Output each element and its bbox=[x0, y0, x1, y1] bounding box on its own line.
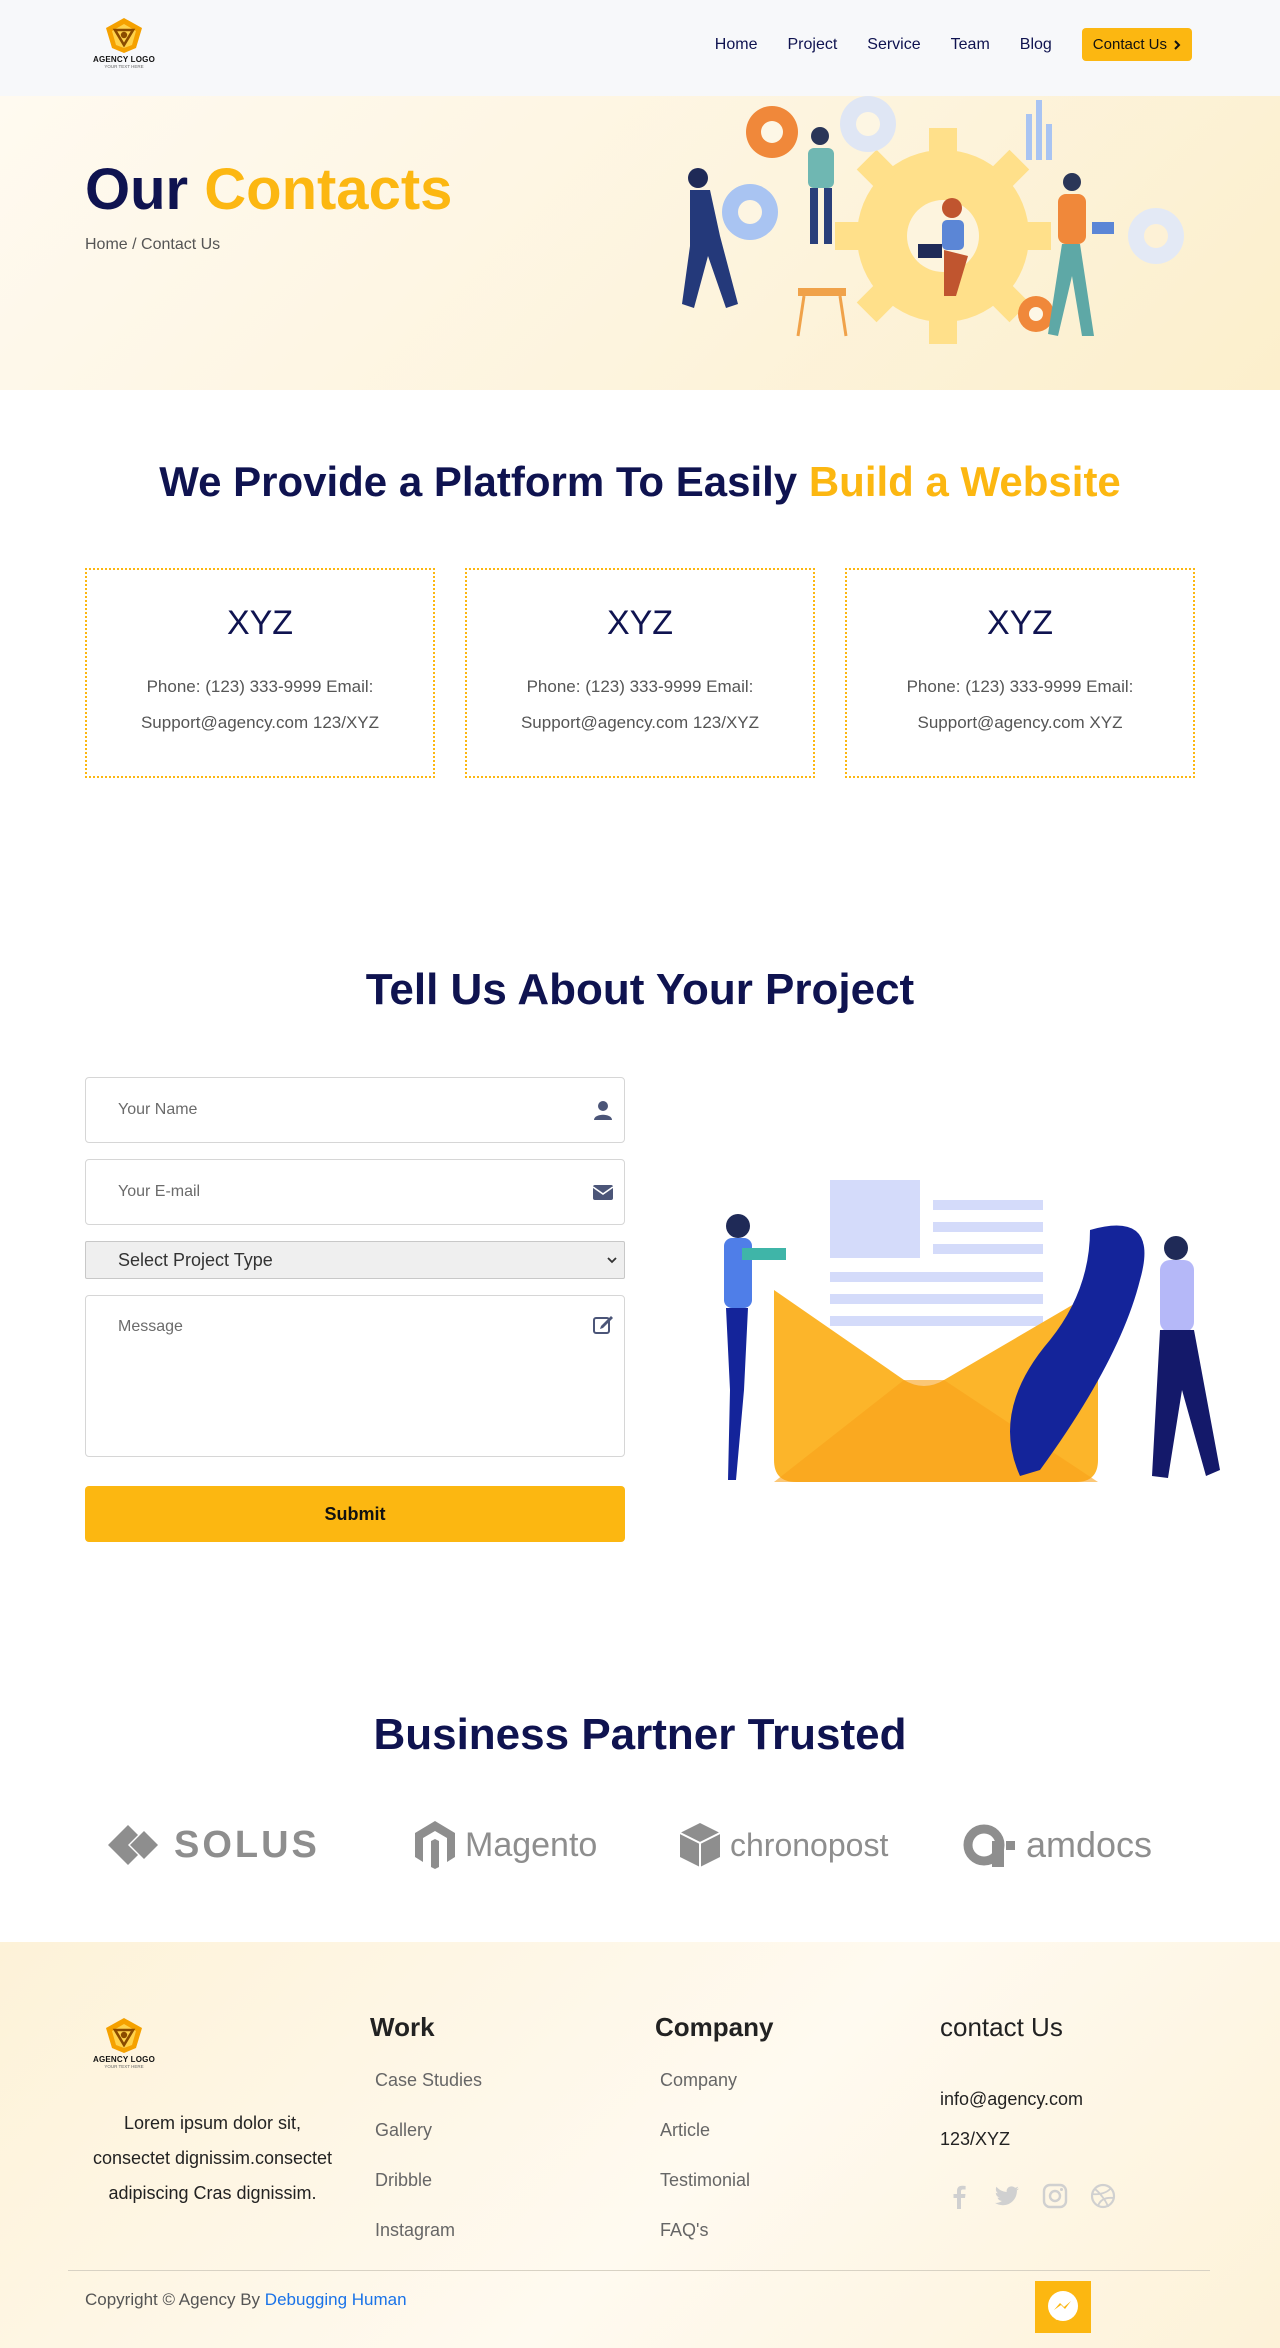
submit-button[interactable]: Submit bbox=[85, 1486, 625, 1542]
contact-card-text: Phone: (123) 333-9999 Email: Support@age… bbox=[140, 677, 380, 732]
partner-name: amdocs bbox=[1026, 1824, 1153, 1865]
envelope-icon bbox=[592, 1185, 614, 1200]
footer-address: 123/XYZ bbox=[940, 2129, 1011, 2149]
copyright: Copyright © Agency By Debugging Human bbox=[85, 2290, 407, 2310]
page-title-main: Our bbox=[85, 157, 189, 222]
page-title-accent: Contacts bbox=[204, 157, 453, 222]
name-input[interactable] bbox=[86, 1078, 624, 1142]
footer-link-gallery[interactable]: Gallery bbox=[375, 2119, 482, 2169]
messenger-chat-button[interactable] bbox=[1035, 2281, 1091, 2333]
partner-logo-magento: Magento bbox=[415, 1815, 597, 1875]
partner-logo-chronopost: chronopost bbox=[680, 1815, 888, 1875]
breadcrumb: Home / Contact Us bbox=[85, 236, 221, 253]
chronopost-mark-icon bbox=[680, 1823, 720, 1867]
chevron-down-icon bbox=[607, 1257, 617, 1264]
message-input[interactable] bbox=[86, 1296, 624, 1456]
footer-link-dribble[interactable]: Dribble bbox=[375, 2169, 482, 2219]
agency-logo[interactable]: AGENCY LOGO YOUR TEXT HERE bbox=[88, 16, 160, 80]
user-icon bbox=[594, 1101, 612, 1120]
footer-contact-heading: contact Us bbox=[940, 2012, 1063, 2042]
partner-name: Magento bbox=[465, 1825, 598, 1864]
logo-text: AGENCY LOGO bbox=[92, 55, 156, 64]
top-nav: AGENCY LOGO YOUR TEXT HERE Home Project … bbox=[0, 0, 1280, 96]
copyright-author-link[interactable]: Debugging Human bbox=[265, 2290, 407, 2309]
partner-name: chronopost bbox=[730, 1826, 889, 1863]
contact-card: XYZ Phone: (123) 333-9999 Email: Support… bbox=[465, 568, 815, 778]
footer-company-heading: Company bbox=[655, 2012, 774, 2042]
footer-work-column: Work Case Studies Gallery Dribble Instag… bbox=[370, 2012, 482, 2269]
contact-card-title: XYZ bbox=[226, 604, 294, 642]
footer-email[interactable]: info@agency.com bbox=[940, 2079, 1116, 2119]
nav-project[interactable]: Project bbox=[787, 36, 837, 54]
partner-logo-amdocs: amdocs bbox=[962, 1815, 1152, 1875]
footer-link-case-studies[interactable]: Case Studies bbox=[375, 2069, 482, 2119]
logo-emblem-icon bbox=[106, 18, 142, 53]
footer-divider bbox=[68, 2270, 1210, 2271]
project-type-select[interactable]: Select Project Type bbox=[86, 1242, 624, 1278]
contact-card-title: XYZ bbox=[606, 604, 674, 642]
magento-mark-icon bbox=[415, 1821, 455, 1869]
platform-heading-main: We Provide a Platform To Easily bbox=[159, 458, 798, 505]
nav-service[interactable]: Service bbox=[867, 36, 920, 54]
social-links bbox=[946, 2183, 1116, 2209]
twitter-icon[interactable] bbox=[994, 2183, 1020, 2209]
project-type-dropdown[interactable]: Select Project Type bbox=[85, 1241, 625, 1279]
logo-emblem-icon bbox=[106, 2018, 142, 2053]
contact-us-button[interactable]: Contact Us bbox=[1081, 28, 1192, 61]
amdocs-mark-icon bbox=[963, 1824, 1015, 1867]
platform-heading-accent: Build a Website bbox=[808, 458, 1121, 505]
logo-text: AGENCY LOGO bbox=[92, 2055, 156, 2064]
contact-card-title: XYZ bbox=[986, 604, 1054, 642]
footer-contact-column: contact Us info@agency.com 123/XYZ bbox=[940, 2012, 1116, 2209]
contact-card: XYZ Phone: (123) 333-9999 Email: Support… bbox=[845, 568, 1195, 778]
logo-tagline: YOUR TEXT HERE bbox=[104, 64, 144, 69]
main-menu: Home Project Service Team Blog Contact U… bbox=[685, 28, 1192, 61]
solus-mark-icon bbox=[108, 1825, 158, 1865]
footer-about-text: Lorem ipsum dolor sit, consectet digniss… bbox=[92, 2113, 333, 2203]
contact-card-text: Phone: (123) 333-9999 Email: Support@age… bbox=[906, 677, 1134, 732]
instagram-icon[interactable] bbox=[1042, 2183, 1068, 2209]
hero-banner: Our Contacts Home / Contact Us bbox=[0, 96, 1280, 390]
footer-link-faqs[interactable]: FAQ's bbox=[660, 2219, 773, 2269]
message-field bbox=[85, 1295, 625, 1457]
page-title: Our Contacts bbox=[85, 156, 452, 223]
contact-card-text: Phone: (123) 333-9999 Email: Support@age… bbox=[520, 677, 760, 732]
project-form-heading: Tell Us About Your Project bbox=[365, 965, 915, 1014]
footer-link-article[interactable]: Article bbox=[660, 2119, 773, 2169]
email-input[interactable] bbox=[86, 1160, 624, 1224]
nav-blog[interactable]: Blog bbox=[1020, 36, 1052, 54]
footer-link-instagram[interactable]: Instagram bbox=[375, 2219, 482, 2269]
nav-home[interactable]: Home bbox=[715, 36, 758, 54]
platform-heading: We Provide a Platform To Easily Build a … bbox=[0, 458, 1280, 506]
name-field bbox=[85, 1077, 625, 1143]
facebook-icon[interactable] bbox=[946, 2183, 972, 2209]
partners-heading: Business Partner Trusted bbox=[373, 1710, 907, 1759]
footer-logo[interactable]: AGENCY LOGO YOUR TEXT HERE bbox=[88, 2016, 160, 2080]
nav-team[interactable]: Team bbox=[951, 36, 990, 54]
chevron-right-icon bbox=[1174, 39, 1181, 50]
email-field bbox=[85, 1159, 625, 1225]
footer-company-column: Company Company Article Testimonial FAQ'… bbox=[655, 2012, 773, 2269]
footer-work-heading: Work bbox=[370, 2012, 435, 2042]
hero-team-gears-illustration bbox=[682, 96, 1184, 344]
contact-card: XYZ Phone: (123) 333-9999 Email: Support… bbox=[85, 568, 435, 778]
partner-logo-solus: SOLUS bbox=[108, 1815, 320, 1875]
dribbble-icon[interactable] bbox=[1090, 2183, 1116, 2209]
partner-name: SOLUS bbox=[174, 1823, 320, 1866]
logo-tagline: YOUR TEXT HERE bbox=[104, 2064, 144, 2069]
footer-link-company[interactable]: Company bbox=[660, 2069, 773, 2119]
footer-link-testimonial[interactable]: Testimonial bbox=[660, 2169, 773, 2219]
messenger-icon bbox=[1048, 2291, 1078, 2321]
copyright-text: Copyright © Agency By bbox=[85, 2290, 261, 2309]
email-envelope-illustration bbox=[724, 1180, 1220, 1482]
edit-icon bbox=[593, 1316, 613, 1334]
contact-us-label: Contact Us bbox=[1092, 36, 1167, 53]
